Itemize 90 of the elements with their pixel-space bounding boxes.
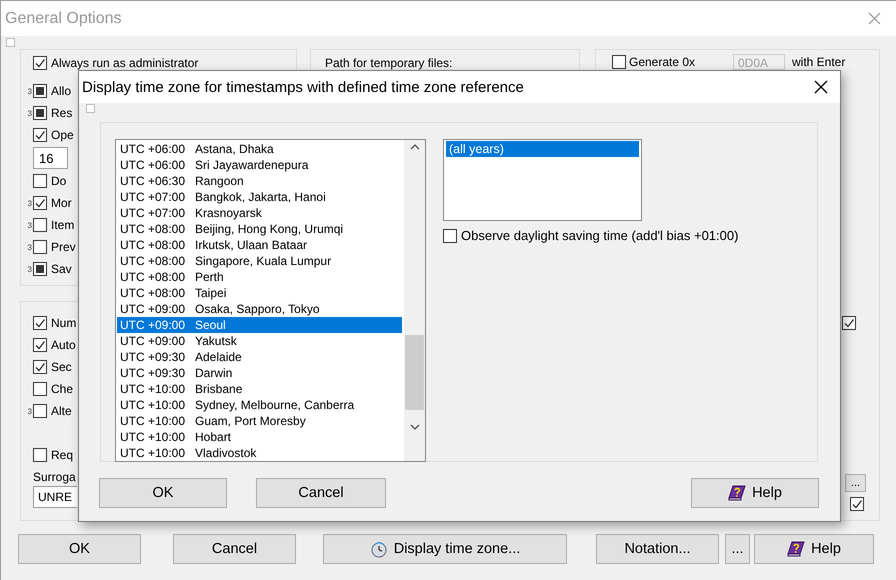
checkbox[interactable]	[33, 316, 47, 330]
checkbox[interactable]	[33, 174, 47, 188]
checkbox[interactable]	[612, 55, 626, 69]
checkbox[interactable]	[33, 240, 47, 254]
option-label: Sec	[51, 360, 72, 374]
checkbox[interactable]	[33, 196, 47, 210]
list-item[interactable]: UTC +10:00 Guam, Port Moresby	[117, 413, 402, 429]
help-book-icon	[787, 541, 806, 557]
checkbox[interactable]	[33, 360, 47, 374]
list-item[interactable]: UTC +09:00 Seoul	[117, 317, 402, 333]
list-item[interactable]: UTC +06:00 Sri Jayawardenepura	[117, 157, 402, 173]
marker-text: 3	[28, 198, 32, 208]
option-label: Sav	[51, 262, 72, 276]
push-button[interactable]: ...	[725, 534, 750, 564]
list-item[interactable]: UTC +06:00 Astana, Dhaka	[117, 141, 402, 157]
list-item[interactable]: UTC +09:00 Osaka, Sapporo, Tokyo	[117, 301, 402, 317]
list-item[interactable]: UTC +08:00 Taipei	[117, 285, 402, 301]
checkbox[interactable]	[33, 448, 47, 462]
option-label: Res	[51, 106, 72, 120]
list-item[interactable]: UTC +09:00 Yakutsk	[117, 333, 402, 349]
checkbox[interactable]	[850, 497, 864, 511]
list-item[interactable]: UTC +09:30 Adelaide	[117, 349, 402, 365]
help-book-icon	[728, 485, 746, 501]
marker-text: 3	[28, 108, 32, 118]
push-button[interactable]: Notation...	[596, 534, 719, 564]
option-label: Observe daylight saving time (add'l bias +01:00)	[461, 228, 738, 243]
option-label: Auto	[51, 338, 76, 352]
list-item[interactable]: UTC +10:00 Vladivostok	[117, 445, 402, 461]
help-button[interactable]: Help	[691, 478, 819, 508]
option-label: Item	[51, 218, 74, 232]
field-label: with Enter	[792, 55, 846, 69]
option-label: Alte	[51, 404, 72, 418]
checkbox[interactable]	[33, 338, 47, 352]
checkbox[interactable]	[33, 106, 47, 120]
list-item[interactable]: UTC +09:30 Darwin	[117, 365, 402, 381]
field-label: Path for temporary files:	[325, 56, 452, 70]
list-item[interactable]: UTC +08:00 Perth	[117, 269, 402, 285]
option-label: Allo	[51, 84, 72, 98]
checkbox[interactable]	[33, 56, 47, 70]
scroll-down-icon[interactable]	[410, 424, 420, 430]
input-field[interactable]: UNRE	[33, 486, 77, 508]
list-item[interactable]: (all years)	[446, 141, 639, 157]
checkbox[interactable]	[842, 316, 856, 330]
checkbox[interactable]	[33, 382, 47, 396]
scrollbar[interactable]	[404, 140, 425, 461]
checkbox[interactable]	[33, 262, 47, 276]
list-item[interactable]: UTC +08:00 Beijing, Hong Kong, Urumqi	[117, 221, 402, 237]
checkbox[interactable]	[443, 228, 457, 242]
list-item[interactable]: UTC +07:00 Bangkok, Jakarta, Hanoi	[117, 189, 402, 205]
option-label: Do	[51, 174, 66, 188]
help-button[interactable]: Help	[754, 534, 874, 564]
push-button[interactable]: Display time zone...	[323, 534, 567, 564]
list-item[interactable]: UTC +10:00 Hobart	[117, 429, 402, 445]
checkbox[interactable]	[33, 128, 47, 142]
option-label: Che	[51, 382, 74, 396]
number-field[interactable]: 16	[33, 147, 68, 169]
marker-text: 3	[28, 86, 32, 96]
window-title: General Options	[5, 10, 122, 28]
more-button[interactable]: ...	[845, 474, 866, 492]
push-button[interactable]: Cancel	[173, 534, 296, 564]
option-label: Prev	[51, 240, 76, 254]
marker-text: 3	[28, 406, 32, 416]
list-item[interactable]: UTC +10:00 Brisbane	[117, 381, 402, 397]
marker-text: 3	[28, 242, 32, 252]
push-button[interactable]: OK	[18, 534, 141, 564]
list-item[interactable]: UTC +08:00 Singapore, Kuala Lumpur	[117, 253, 402, 269]
push-button[interactable]: Cancel	[256, 478, 386, 508]
checkbox[interactable]	[33, 218, 47, 232]
field-label: Surroga	[33, 470, 76, 484]
checkbox[interactable]	[33, 84, 47, 98]
option-label: Always run as administrator	[51, 56, 198, 70]
option-label: Ope	[51, 128, 74, 142]
list-item[interactable]: UTC +08:00 Irkutsk, Ulaan Bataar	[117, 237, 402, 253]
list-item[interactable]: UTC +07:00 Krasnoyarsk	[117, 205, 402, 221]
clock-icon	[370, 540, 388, 558]
small-square-icon	[6, 38, 15, 47]
option-label: Num	[51, 316, 76, 330]
close-icon[interactable]	[814, 80, 828, 94]
list-item[interactable]: UTC +06:30 Rangoon	[117, 173, 402, 189]
option-label: Mor	[51, 196, 72, 210]
dialog-title: Display time zone for timestamps with defined time zone reference	[82, 78, 524, 96]
option-label: Req	[51, 448, 74, 462]
option-label: Generate 0x	[629, 55, 696, 69]
scrollbar-thumb[interactable]	[405, 335, 424, 410]
marker-text: 3	[28, 264, 32, 274]
scroll-up-icon[interactable]	[410, 144, 420, 150]
checkbox[interactable]	[33, 404, 47, 418]
marker-text: 3	[28, 220, 32, 230]
list-item[interactable]: UTC +10:00 Sydney, Melbourne, Canberra	[117, 397, 402, 413]
push-button[interactable]: OK	[99, 478, 227, 508]
